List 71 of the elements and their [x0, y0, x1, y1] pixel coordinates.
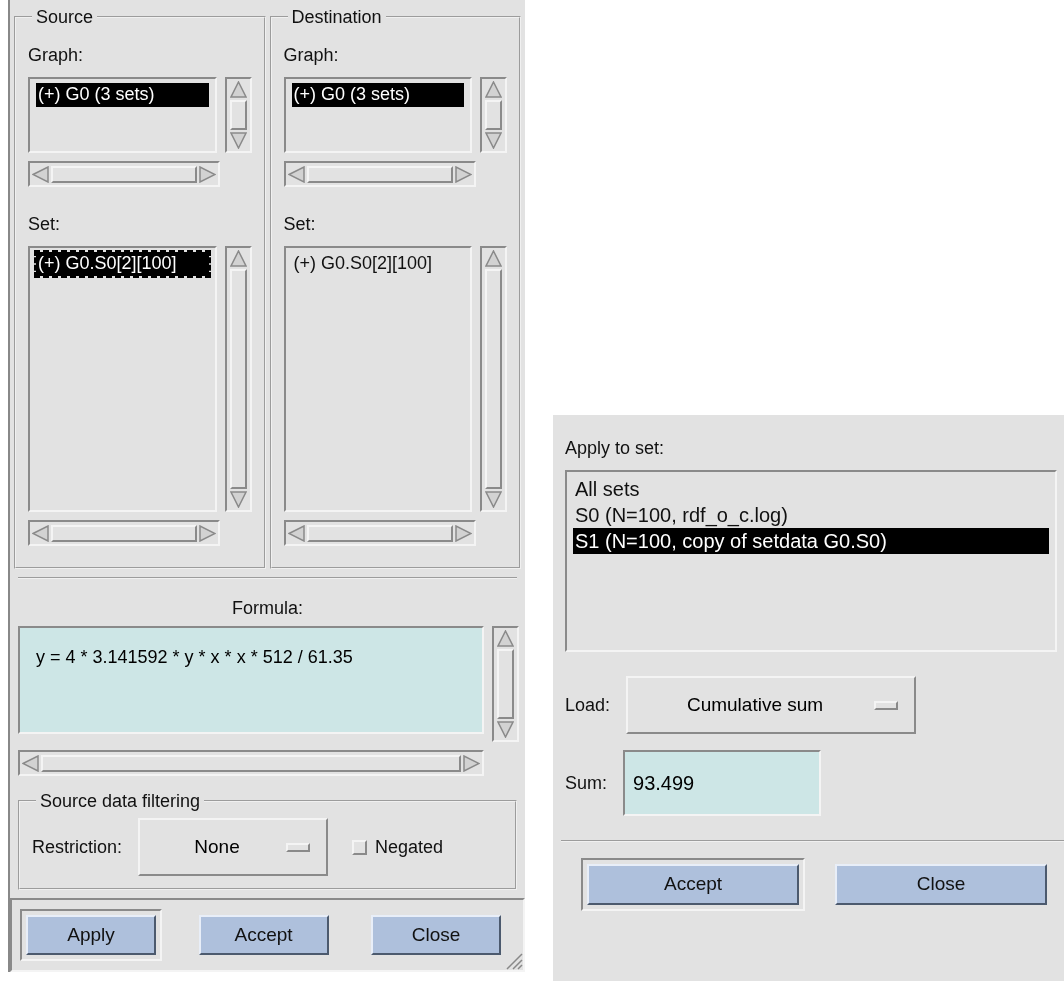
down-arrow-icon[interactable]	[485, 132, 503, 149]
dropdown-button[interactable]: None	[138, 818, 329, 877]
up-arrow-icon[interactable]	[497, 630, 514, 648]
vertical-scrollbar[interactable]	[492, 626, 519, 743]
dropdown-indicator-icon	[286, 842, 311, 852]
frame-title: Destination	[290, 8, 383, 26]
apply-label: Apply to set:	[565, 437, 666, 460]
load-label: Load:	[565, 693, 611, 717]
dialog-button[interactable]: Accept	[198, 914, 329, 956]
set-label: Set:	[28, 213, 62, 236]
restriction-label: Restriction:	[32, 835, 123, 859]
list-item[interactable]: (+) G0.S0[2][100]	[36, 252, 209, 276]
right-arrow-icon[interactable]	[199, 524, 216, 542]
dropdown-button[interactable]: Cumulative sum	[626, 676, 917, 734]
right-arrow-icon[interactable]	[199, 165, 216, 183]
vertical-scrollbar[interactable]	[480, 77, 507, 153]
dialog-button[interactable]: Close	[835, 864, 1047, 905]
scrollbar-thumb[interactable]	[485, 269, 503, 489]
scrollbar-thumb[interactable]	[485, 100, 503, 130]
horizontal-scrollbar[interactable]	[283, 161, 476, 187]
down-arrow-icon[interactable]	[497, 721, 514, 739]
left-arrow-icon[interactable]	[287, 524, 305, 542]
horizontal-scrollbar[interactable]	[283, 520, 476, 546]
down-arrow-icon[interactable]	[485, 491, 503, 508]
list-item[interactable]: (+) G0 (3 sets)	[291, 83, 465, 107]
set-label: Set:	[283, 213, 317, 236]
horizontal-scrollbar[interactable]	[28, 520, 220, 546]
dialog-button[interactable]: Accept	[587, 864, 799, 905]
graph-label: Graph:	[28, 44, 85, 67]
dropdown-indicator-icon	[874, 700, 899, 710]
vertical-scrollbar[interactable]	[224, 246, 252, 512]
right-arrow-icon[interactable]	[454, 165, 472, 183]
list-item[interactable]: (+) G0.S0[2][100]	[291, 252, 465, 276]
up-arrow-icon[interactable]	[485, 81, 503, 98]
left-arrow-icon[interactable]	[32, 165, 49, 183]
vertical-scrollbar[interactable]	[480, 246, 507, 512]
down-arrow-icon[interactable]	[229, 491, 247, 508]
down-arrow-icon[interactable]	[229, 132, 247, 149]
up-arrow-icon[interactable]	[229, 81, 247, 98]
left-arrow-icon[interactable]	[287, 165, 305, 183]
scrollbar-thumb[interactable]	[41, 754, 461, 772]
scrollbar-thumb[interactable]	[306, 165, 453, 183]
sum-label: Sum:	[565, 771, 607, 795]
frame-title: Source data filtering	[39, 792, 202, 811]
list-item[interactable]: All sets	[573, 476, 1049, 502]
negated-checkbox[interactable]: Negated	[352, 833, 444, 861]
left-arrow-icon[interactable]	[32, 524, 49, 542]
formula-field[interactable]: y = 4 * 3.141592 * y * x * x * 512 / 61.35	[18, 626, 484, 735]
sum-field[interactable]: 93.499	[623, 750, 821, 816]
scrollbar-thumb[interactable]	[51, 524, 197, 542]
frame-title: Source	[35, 8, 95, 26]
formula-label: Formula:	[231, 597, 304, 621]
list-item[interactable]: S0 (N=100, rdf_o_c.log)	[573, 502, 1049, 528]
up-arrow-icon[interactable]	[485, 250, 503, 267]
horizontal-scrollbar[interactable]	[18, 750, 484, 777]
left-arrow-icon[interactable]	[22, 754, 39, 772]
scrollbar-thumb[interactable]	[51, 165, 197, 183]
horizontal-scrollbar[interactable]	[28, 161, 220, 187]
list-item[interactable]: (+) G0 (3 sets)	[36, 83, 209, 107]
dialog-button[interactable]: Apply	[26, 914, 156, 956]
right-arrow-icon[interactable]	[454, 524, 472, 542]
vertical-scrollbar[interactable]	[224, 77, 252, 153]
scrollbar-thumb[interactable]	[229, 100, 247, 130]
scrollbar-thumb[interactable]	[497, 649, 514, 720]
graph-label: Graph:	[283, 44, 340, 67]
scrollbar-thumb[interactable]	[306, 524, 453, 542]
scrollbar-thumb[interactable]	[229, 269, 247, 489]
up-arrow-icon[interactable]	[229, 250, 247, 267]
right-arrow-icon[interactable]	[463, 754, 480, 772]
dialog-button[interactable]: Close	[371, 914, 501, 956]
list-item[interactable]: S1 (N=100, copy of setdata G0.S0)	[573, 528, 1049, 554]
